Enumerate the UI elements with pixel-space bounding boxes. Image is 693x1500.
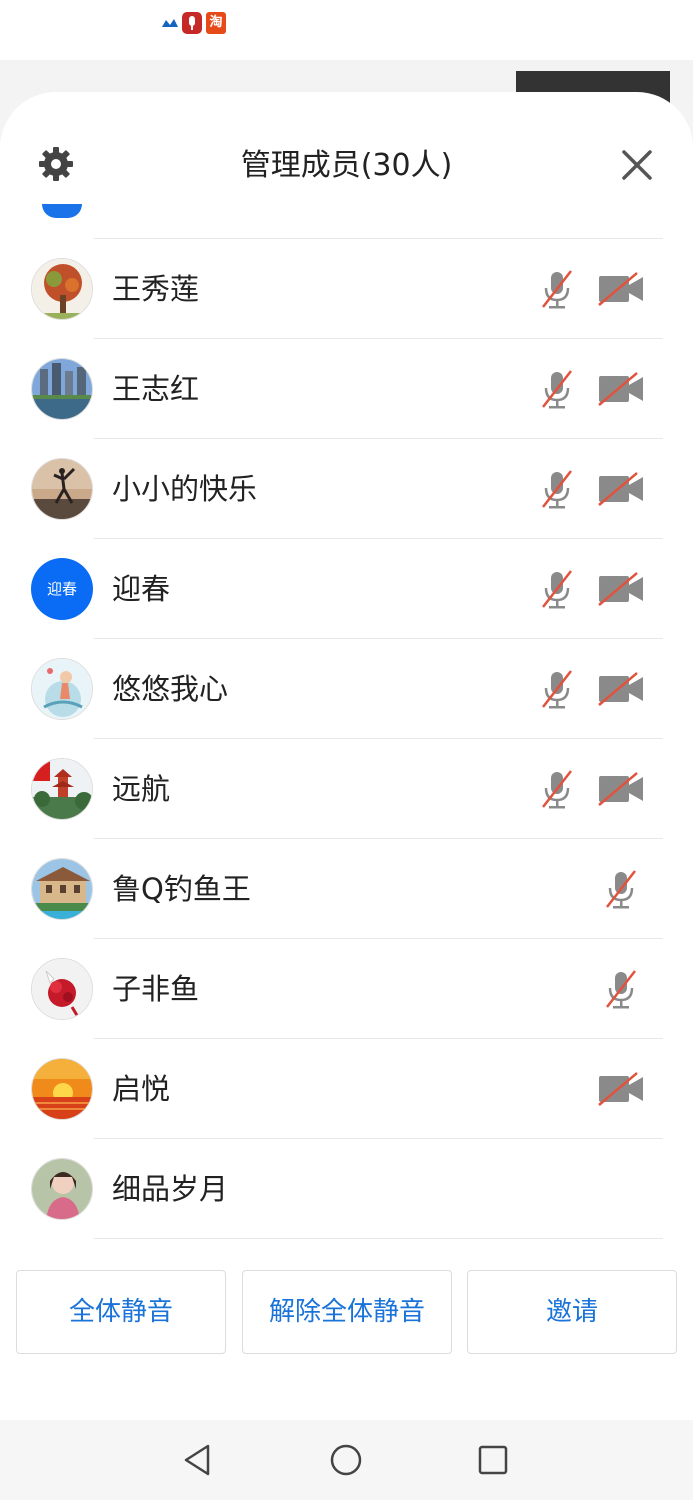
back-triangle-icon[interactable] xyxy=(180,1442,216,1478)
avatar xyxy=(31,258,93,320)
home-circle-icon[interactable] xyxy=(328,1442,364,1478)
mic-muted-icon[interactable] xyxy=(541,769,573,809)
member-row[interactable]: 王秀莲 xyxy=(0,239,693,339)
camera-off-icon[interactable] xyxy=(597,771,645,807)
member-row[interactable]: 小小的快乐 xyxy=(0,439,693,539)
recents-square-icon[interactable] xyxy=(475,1442,511,1478)
mute-all-button[interactable]: 全体静音 xyxy=(16,1270,226,1354)
avatar xyxy=(31,458,93,520)
member-management-sheet: 管理成员(30人) 王秀莲 王志红 小小的快乐 迎春 迎春 悠悠我心 远航 鲁Q… xyxy=(0,92,693,1420)
mic-muted-icon[interactable] xyxy=(541,369,573,409)
mic-muted-icon[interactable] xyxy=(541,469,573,509)
member-list: 王秀莲 王志红 小小的快乐 迎春 迎春 悠悠我心 远航 鲁Q钓鱼王 子非鱼 启悦… xyxy=(0,239,693,1239)
member-name: 小小的快乐 xyxy=(112,472,258,506)
member-row[interactable]: 悠悠我心 xyxy=(0,639,693,739)
camera-off-icon[interactable] xyxy=(597,271,645,307)
status-icons: 淘 xyxy=(162,12,226,34)
mic-muted-icon[interactable] xyxy=(605,969,637,1009)
mic-muted-icon[interactable] xyxy=(541,269,573,309)
camera-off-icon[interactable] xyxy=(597,471,645,507)
member-row[interactable]: 子非鱼 xyxy=(0,939,693,1039)
mic-app-icon xyxy=(182,12,202,34)
camera-off-icon[interactable] xyxy=(597,1071,645,1107)
divider xyxy=(94,1238,663,1239)
unmute-all-button[interactable]: 解除全体静音 xyxy=(242,1270,452,1354)
invite-button[interactable]: 邀请 xyxy=(467,1270,677,1354)
member-name: 细品岁月 xyxy=(112,1172,229,1206)
member-name: 启悦 xyxy=(112,1072,171,1106)
system-nav-bar xyxy=(0,1420,693,1500)
avatar xyxy=(31,958,93,1020)
close-icon[interactable] xyxy=(618,146,656,184)
avatar xyxy=(31,1058,93,1120)
camera-off-icon[interactable] xyxy=(597,671,645,707)
avatar xyxy=(31,758,93,820)
mic-muted-icon[interactable] xyxy=(605,869,637,909)
member-name: 子非鱼 xyxy=(112,972,200,1006)
avatar xyxy=(31,658,93,720)
member-name: 鲁Q钓鱼王 xyxy=(112,872,251,906)
wave-icon xyxy=(162,19,178,27)
member-name: 远航 xyxy=(112,772,171,806)
mic-muted-icon[interactable] xyxy=(541,669,573,709)
member-row[interactable]: 启悦 xyxy=(0,1039,693,1139)
action-bar: 全体静音 解除全体静音 邀请 xyxy=(0,1270,693,1356)
avatar: 迎春 xyxy=(31,558,93,620)
avatar xyxy=(31,858,93,920)
member-row[interactable]: 远航 xyxy=(0,739,693,839)
member-row[interactable]: 细品岁月 xyxy=(0,1139,693,1239)
member-name: 王秀莲 xyxy=(112,272,200,306)
camera-off-icon[interactable] xyxy=(597,571,645,607)
sheet-header: 管理成员(30人) xyxy=(0,92,693,232)
member-row[interactable]: 王志红 xyxy=(0,339,693,439)
avatar xyxy=(31,1158,93,1220)
member-row[interactable]: 鲁Q钓鱼王 xyxy=(0,839,693,939)
mic-muted-icon[interactable] xyxy=(541,569,573,609)
member-name: 迎春 xyxy=(112,572,171,606)
status-bar: 淘 xyxy=(0,0,693,60)
avatar xyxy=(31,358,93,420)
member-row[interactable]: 迎春 迎春 xyxy=(0,539,693,639)
camera-off-icon[interactable] xyxy=(597,371,645,407)
member-name: 王志红 xyxy=(112,372,200,406)
taobao-icon: 淘 xyxy=(206,12,226,34)
member-name: 悠悠我心 xyxy=(112,672,229,706)
page-title: 管理成员(30人) xyxy=(240,148,453,183)
